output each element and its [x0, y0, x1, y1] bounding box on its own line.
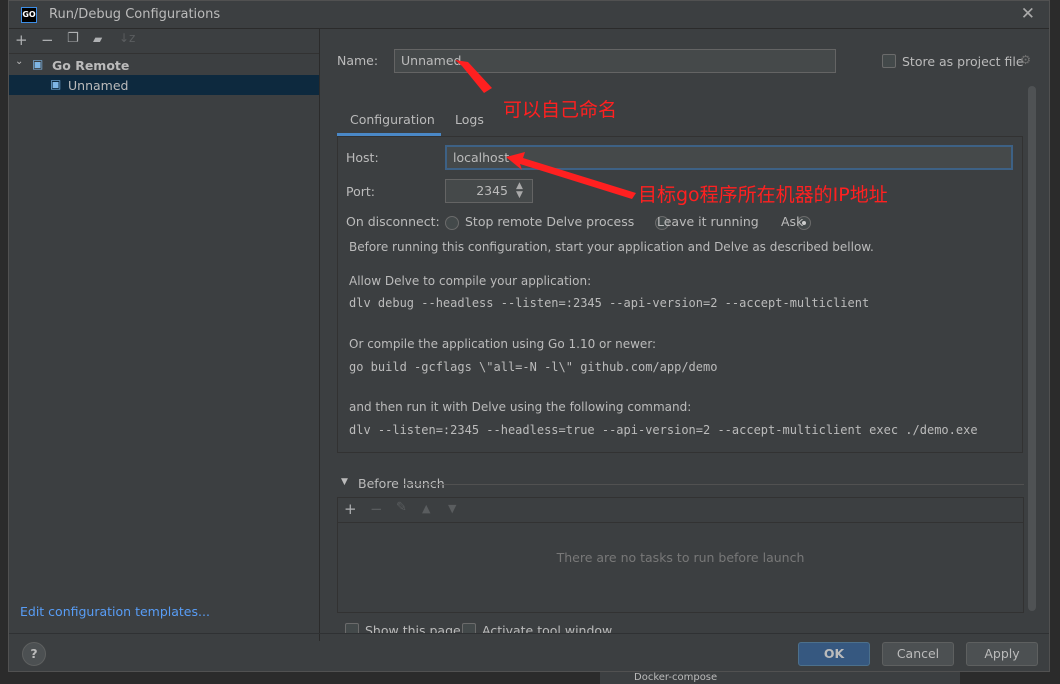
host-annotation: 目标go程序所在机器的IP地址 — [638, 184, 888, 206]
name-annotation: 可以自己命名 — [503, 99, 618, 121]
arrow-name — [455, 60, 492, 93]
arrow-host — [506, 152, 636, 199]
